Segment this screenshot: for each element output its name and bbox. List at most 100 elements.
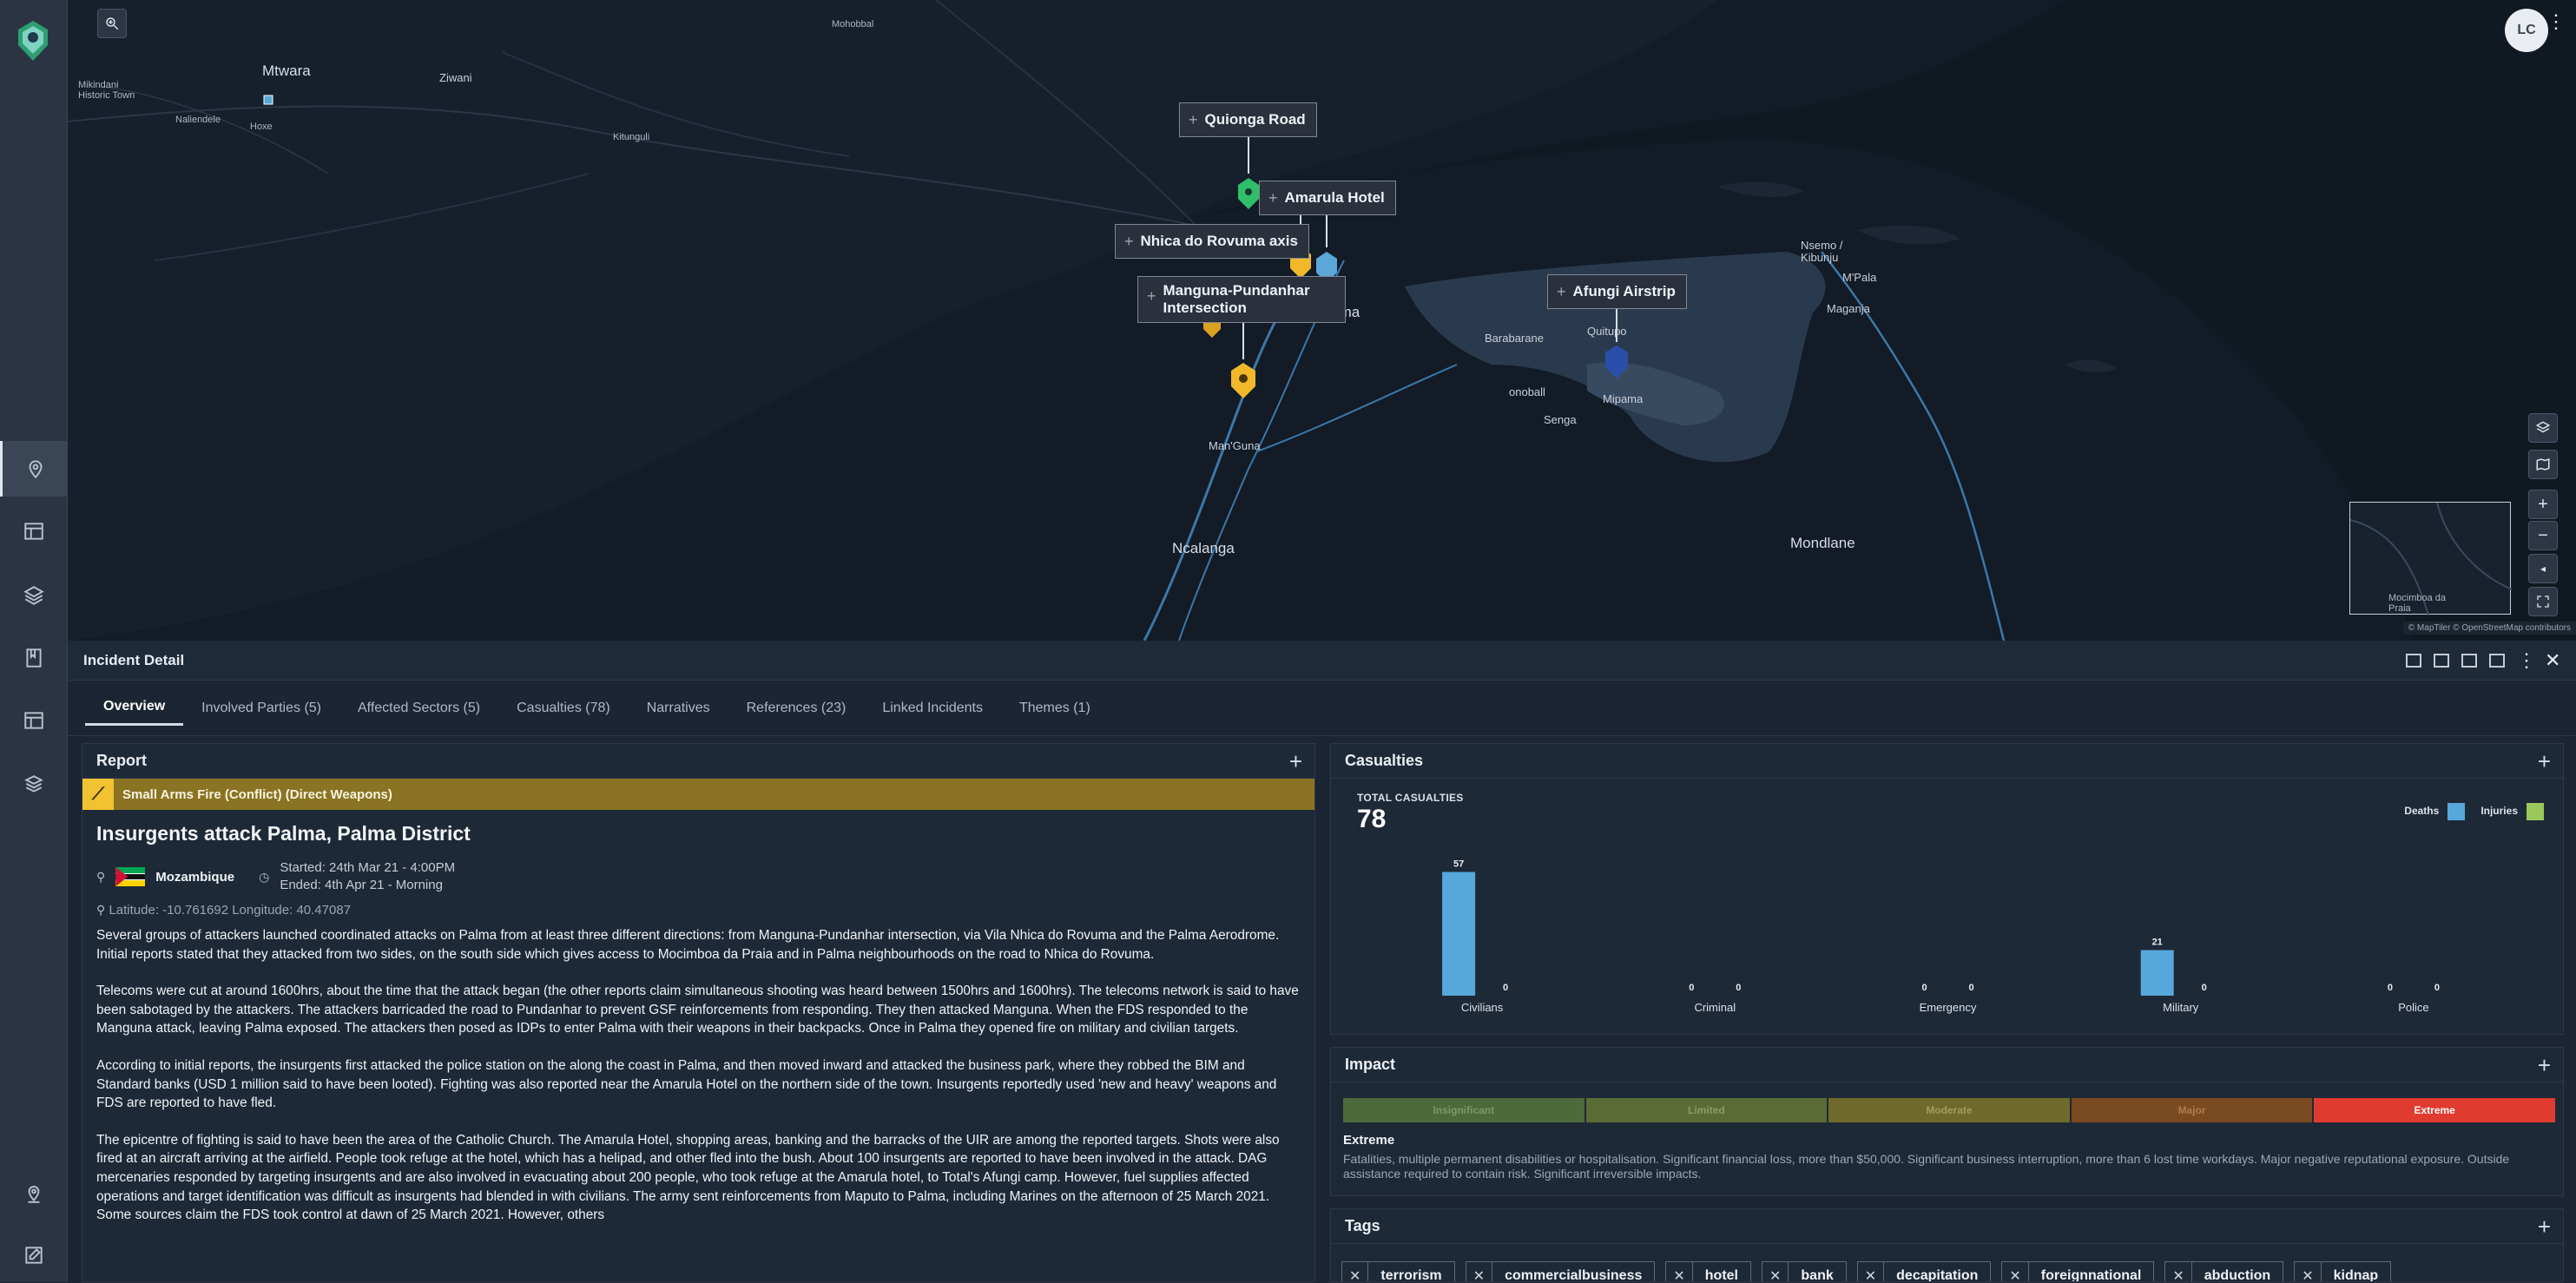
- impact-scale-segment: Major: [2071, 1098, 2313, 1122]
- dashboard-icon: [24, 523, 43, 540]
- bar-value-label: 57: [1453, 859, 1464, 870]
- more-options-icon[interactable]: ⋮: [2517, 650, 2536, 669]
- bar-value-label: 0: [2434, 983, 2440, 993]
- tag-chip[interactable]: ✕ foreignnational: [2001, 1261, 2155, 1281]
- tab-overview[interactable]: Overview: [85, 690, 184, 726]
- bar-value-label: 0: [2202, 983, 2207, 993]
- map-callout-manguna-pundanhar[interactable]: + Manguna-Pundanhar Intersection: [1137, 276, 1346, 323]
- edit-icon: [25, 1247, 43, 1264]
- map-attribution[interactable]: © MapTiler © OpenStreetMap contributors: [2402, 622, 2576, 635]
- category-label: Military: [2163, 1001, 2199, 1014]
- category-label: Criminal: [1694, 1001, 1736, 1014]
- map-callout-afungi-airstrip[interactable]: + Afungi Airstrip: [1547, 274, 1687, 309]
- report-section-title: Report: [96, 752, 147, 769]
- bar-value-label: 0: [1736, 983, 1741, 993]
- book-icon: [26, 648, 42, 668]
- mozambique-flag-icon: [115, 867, 146, 886]
- report-header: Report +: [82, 744, 1314, 779]
- remove-tag-icon[interactable]: ✕: [1762, 1262, 1789, 1281]
- tag-chip[interactable]: ✕ abduction: [2164, 1261, 2284, 1281]
- map-callout-nhica-do-rovuma-axis[interactable]: + Nhica do Rovuma axis: [1115, 224, 1309, 259]
- map-label: Maganja: [1827, 302, 1870, 315]
- layout-rows-icon[interactable]: [2434, 653, 2449, 668]
- casualties-bar-chart: 570Civilians0 0Criminal0 0Emergency210Mili…: [1442, 859, 2440, 1014]
- map-label: Senga: [1544, 413, 1577, 426]
- tag-chip[interactable]: ✕ decapitation: [1856, 1261, 1992, 1282]
- bar-value-label: 0: [2388, 983, 2393, 993]
- layers-button[interactable]: [2528, 413, 2558, 443]
- bar-value-label: 21: [2152, 938, 2163, 948]
- sidebar-item-edit[interactable]: [0, 1227, 68, 1283]
- report-paragraph: The epicentre of fighting is said to hav…: [96, 1132, 1280, 1223]
- sidebar-item-location[interactable]: [0, 1165, 68, 1220]
- category-label: Emergency: [1920, 1001, 1977, 1014]
- remove-tag-icon[interactable]: ✕: [1342, 1262, 1369, 1281]
- tab-linked-incidents[interactable]: Linked Incidents: [864, 692, 1001, 725]
- add-icon[interactable]: +: [2538, 1054, 2551, 1076]
- add-icon[interactable]: +: [1289, 750, 1302, 773]
- remove-tag-icon[interactable]: ✕: [2002, 1262, 2029, 1281]
- sidebar-item-stack[interactable]: [0, 757, 68, 813]
- map-label: Nsemo / Kibunju: [1801, 239, 1843, 264]
- tag-chip[interactable]: ✕ commercialbusiness: [1465, 1261, 1656, 1281]
- sidebar-item-table[interactable]: [0, 693, 68, 748]
- sidebar-item-map[interactable]: [0, 441, 68, 497]
- layout-map-icon[interactable]: [2406, 653, 2421, 668]
- remove-tag-icon[interactable]: ✕: [2295, 1262, 2322, 1281]
- map-label: M'Pala: [1842, 271, 1877, 284]
- zoom-search-button[interactable]: [97, 9, 127, 38]
- tab-involved-parties[interactable]: Involved Parties (5): [183, 692, 339, 725]
- table-icon: [24, 712, 43, 729]
- tab-narratives[interactable]: Narratives: [629, 692, 728, 725]
- compass-button[interactable]: ◂: [2528, 554, 2558, 583]
- remove-tag-icon[interactable]: ✕: [1666, 1262, 1693, 1281]
- tab-casualties[interactable]: Casualties (78): [498, 692, 629, 725]
- tag-label: decapitation: [1896, 1268, 1979, 1282]
- plus-icon: +: [1268, 188, 1278, 207]
- fullscreen-icon: [2537, 595, 2549, 608]
- map-view[interactable]: Mtwara Ziwani Mikindani Historic Town Na…: [68, 0, 2576, 641]
- report-meta: ⚲ Mozambique ◷ Started: 24th Mar 21 - 4:…: [82, 852, 1314, 894]
- map-callout-quionga-road[interactable]: + Quionga Road: [1179, 102, 1317, 137]
- fullscreen-button[interactable]: [2528, 587, 2558, 616]
- remove-tag-icon[interactable]: ✕: [1466, 1262, 1493, 1281]
- more-menu-icon[interactable]: ⋮: [2546, 12, 2566, 31]
- bar-deaths: [1442, 872, 1476, 996]
- remove-tag-icon[interactable]: ✕: [1858, 1262, 1885, 1281]
- close-icon[interactable]: ✕: [2545, 650, 2560, 669]
- remove-tag-icon[interactable]: ✕: [2165, 1262, 2192, 1281]
- tag-label: bank: [1801, 1268, 1834, 1282]
- add-icon[interactable]: +: [2538, 1215, 2551, 1238]
- layers-icon: [2535, 421, 2551, 433]
- user-avatar[interactable]: LC: [2505, 9, 2548, 52]
- map-label: Mtwara: [262, 63, 311, 79]
- bar-value-label: 0: [1689, 983, 1694, 993]
- app-logo-icon[interactable]: [16, 19, 50, 63]
- minimap[interactable]: Mocimboa da Praia: [2349, 502, 2513, 616]
- bar-value-label: 0: [1503, 983, 1508, 993]
- map-pin-icon: ⚲: [96, 903, 106, 917]
- sidebar-item-library[interactable]: [0, 630, 68, 686]
- layout-columns-icon[interactable]: [2461, 653, 2477, 668]
- tab-affected-sectors[interactable]: Affected Sectors (5): [339, 692, 498, 725]
- map-callout-amarula-hotel[interactable]: + Amarula Hotel: [1259, 181, 1396, 215]
- tab-references[interactable]: References (23): [728, 692, 865, 725]
- map-pin-icon: ⚲: [96, 869, 106, 884]
- tag-chip[interactable]: ✕ kidnap: [2294, 1261, 2392, 1281]
- tag-chip[interactable]: ✕ hotel: [1665, 1261, 1751, 1281]
- sidebar-item-layers[interactable]: [0, 568, 68, 623]
- category-label: Small Arms Fire (Conflict) (Direct Weapo…: [122, 786, 392, 802]
- add-icon[interactable]: +: [2538, 750, 2551, 773]
- impact-section-title: Impact: [1345, 1056, 1396, 1073]
- report-country: Mozambique: [155, 869, 235, 885]
- layout-panel-icon[interactable]: [2489, 653, 2505, 668]
- zoom-in-button[interactable]: +: [2528, 490, 2558, 519]
- impact-level: Extreme: [1343, 1133, 1395, 1148]
- tag-chip[interactable]: ✕ terrorism: [1341, 1261, 1455, 1281]
- basemap-button[interactable]: [2528, 450, 2558, 479]
- category-bar: ⟋ Small Arms Fire (Conflict) (Direct Wea…: [82, 779, 1314, 810]
- tag-chip[interactable]: ✕ bank: [1761, 1261, 1847, 1282]
- tab-themes[interactable]: Themes (1): [1001, 692, 1109, 725]
- zoom-out-button[interactable]: −: [2528, 521, 2558, 550]
- sidebar-item-dashboard[interactable]: [0, 503, 68, 559]
